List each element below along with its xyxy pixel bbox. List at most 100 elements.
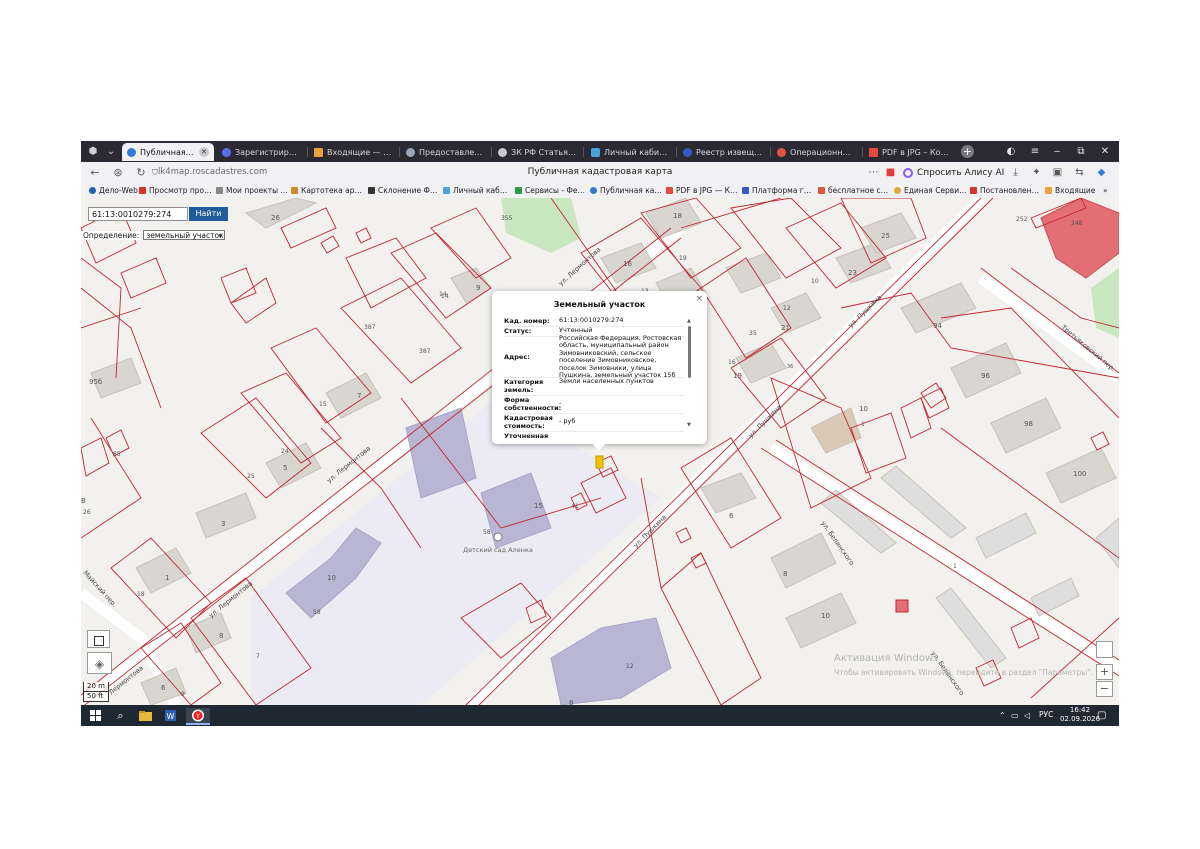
bookmarks-more-icon[interactable]: »: [1103, 185, 1115, 196]
close-window-icon[interactable]: ✕: [1097, 144, 1113, 159]
menu-icon[interactable]: ≡: [1027, 144, 1043, 159]
svg-text:25: 25: [247, 473, 255, 480]
bookmark-favicon-icon: [139, 187, 146, 194]
tab-personal-account[interactable]: Личный кабинет: [586, 143, 674, 161]
svg-text:1: 1: [861, 421, 865, 428]
notifications-icon[interactable]: ▢: [1097, 708, 1112, 723]
url-field[interactable]: lk4map.roscadastres.com: [158, 167, 267, 177]
yandex-protect-icon[interactable]: ⊛: [110, 165, 126, 180]
tab-information-provision[interactable]: Предоставление свед: [401, 143, 489, 161]
bookmark-unified-service[interactable]: Единая Сервисна: [894, 185, 967, 196]
yandex-menu-icon[interactable]: ⬢: [85, 144, 101, 159]
tab-yandex-mail[interactable]: Входящие — Яндекс: [309, 143, 397, 161]
scroll-up-icon[interactable]: ▲: [687, 318, 691, 324]
definition-row: Определение: земельный участок ▾: [81, 229, 226, 241]
scrollbar-thumb[interactable]: [688, 326, 691, 378]
bookmark-inbox[interactable]: Входящие: [1045, 185, 1100, 196]
profile-icon[interactable]: ◐: [1003, 144, 1019, 159]
clock[interactable]: 16:42 02.09.2026: [1059, 706, 1101, 724]
basemap-switch-button[interactable]: ◈: [87, 652, 112, 674]
svg-text:1: 1: [165, 574, 169, 582]
tab-cash-operations[interactable]: Операционно-кассо: [772, 143, 860, 161]
extensions-icon[interactable]: ✦: [1030, 166, 1043, 179]
fullscreen-button[interactable]: [1096, 641, 1113, 658]
volume-icon[interactable]: ◁: [1024, 708, 1039, 723]
bookmark-my-projects[interactable]: Мои проекты док: [216, 185, 288, 196]
more-dots-icon[interactable]: ⋯: [867, 166, 880, 179]
square-icon: [93, 636, 104, 646]
parcel-info-popup: × Земельный участок Кад. номер: 61:13:00…: [492, 291, 707, 451]
zoom-out-button[interactable]: −: [1096, 681, 1113, 697]
shield-icon: [591, 147, 600, 157]
scroll-down-icon[interactable]: ▼: [687, 422, 691, 428]
layers-toggle-button[interactable]: [87, 630, 110, 648]
tab-list-chevron-icon[interactable]: ⌄: [103, 144, 119, 159]
svg-text:26: 26: [83, 509, 91, 516]
bookmark-icon[interactable]: ■: [884, 166, 897, 179]
svg-text:9: 9: [476, 284, 480, 292]
kindergarten-marker-icon[interactable]: [493, 532, 503, 542]
zoom-in-button[interactable]: +: [1096, 664, 1113, 680]
bookmark-resolution[interactable]: Постановление П: [970, 185, 1043, 196]
svg-text:19: 19: [733, 372, 742, 380]
svg-text:35: 35: [749, 330, 757, 337]
file-explorer-icon[interactable]: [138, 708, 153, 723]
translate-icon[interactable]: ⇆: [1073, 166, 1086, 179]
windows-start-icon[interactable]: [88, 708, 103, 723]
popup-field-ownership-form: Форма собственности: -: [504, 396, 684, 414]
restore-icon[interactable]: ⧉: [1073, 144, 1089, 159]
svg-text:18: 18: [673, 212, 682, 220]
bookmark-delo-web[interactable]: Дело-Web: [89, 185, 139, 196]
popup-field-land-category: Категория земель: Земли населенных пункт…: [504, 377, 684, 396]
minimize-icon[interactable]: ‒: [1049, 144, 1065, 159]
bookmark-federal-services[interactable]: Сервисы - Федер: [515, 185, 587, 196]
back-arrow-icon[interactable]: ←: [87, 165, 103, 180]
yandex-browser-taskbar-icon[interactable]: Y: [186, 708, 210, 725]
bookmark-arbitration-file[interactable]: Картотека арбитр: [291, 185, 366, 196]
bookmark-favicon-icon: [89, 187, 96, 194]
word-icon[interactable]: W: [163, 708, 178, 723]
tab-land-code-article[interactable]: ЗК РФ Статья 39.12.: [493, 143, 581, 161]
street-label-pushkina-low: ул. Пушкина: [632, 513, 668, 549]
selected-parcel-marker: [595, 455, 604, 469]
definition-select[interactable]: земельный участок ▾: [143, 230, 226, 240]
cadastral-search-input[interactable]: 61:13:0010279:274: [88, 207, 188, 221]
tab-notice-registry[interactable]: Реестр извещений: [678, 143, 768, 161]
bookmark-pdf-to-jpg[interactable]: PDF в JPG — Кон: [666, 185, 738, 196]
bookmark-favicon-icon: [443, 187, 450, 194]
language-indicator[interactable]: РУС: [1039, 710, 1053, 719]
svg-text:58: 58: [483, 529, 491, 536]
svg-text:21: 21: [781, 324, 790, 332]
search-icon[interactable]: ⌕: [113, 708, 128, 723]
tab-pdf-to-jpg[interactable]: PDF в JPG – Конверт: [864, 143, 956, 161]
collections-icon[interactable]: ▣: [1051, 166, 1064, 179]
map-canvas[interactable]: ул. Лермонтова ул. Лермонтова ул. Лермон…: [81, 198, 1119, 705]
small-red-structure: [895, 599, 909, 613]
downloads-icon[interactable]: ⤓: [1009, 166, 1022, 179]
close-tab-icon[interactable]: ✕: [199, 147, 209, 157]
ask-alice-button[interactable]: Спросить Алису AI: [903, 165, 1004, 180]
bookmark-favicon-icon: [894, 187, 901, 194]
bookmark-personal-account[interactable]: Личный кабинет: [443, 185, 511, 196]
svg-text:8: 8: [783, 570, 787, 578]
bookmark-public-cadastral[interactable]: Публичная кадас: [590, 185, 662, 196]
popup-scrollbar[interactable]: ▲ ▼: [687, 318, 692, 428]
tab-registered[interactable]: Зарегистрированные: [217, 143, 305, 161]
extension-badge-icon[interactable]: ◆: [1095, 166, 1108, 179]
find-button[interactable]: Найти: [189, 207, 228, 221]
bookmark-process-view[interactable]: Просмотр процес: [139, 185, 213, 196]
svg-text:15: 15: [534, 502, 543, 510]
street-label-lermontova-top: ул. Лермонтова: [557, 245, 602, 287]
bookmark-free-compression[interactable]: бесплатное сжат: [818, 185, 891, 196]
bookmark-gov-platform[interactable]: Платформа госус: [742, 185, 814, 196]
windows-activation-text: Чтобы активировать Windows, перейдите в …: [834, 668, 1093, 677]
scale-bar: 20 m 50 ft: [83, 682, 109, 702]
cadastral-map[interactable]: ул. Лермонтова ул. Лермонтова ул. Лермон…: [81, 198, 1119, 705]
svg-text:100: 100: [1073, 470, 1086, 478]
bookmark-name-declension[interactable]: Склонение ФИО: [368, 185, 441, 196]
new-tab-button[interactable]: +: [961, 145, 974, 158]
tab-favicon-icon: [498, 147, 507, 157]
svg-text:12: 12: [783, 305, 791, 312]
tab-public-cadastral-map[interactable]: Публичная кадаст ✕: [122, 143, 214, 161]
layers-icon: ◈: [94, 657, 105, 671]
